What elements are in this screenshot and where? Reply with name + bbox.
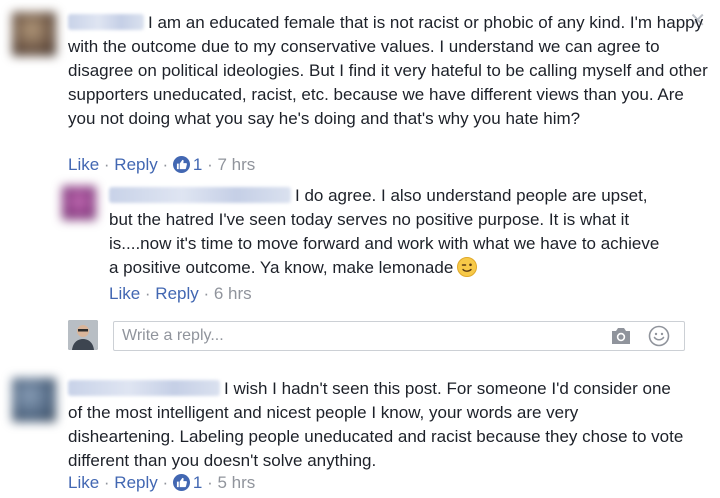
commenter-name[interactable] (109, 187, 291, 203)
comment-body: I do agree. I also understand people are… (109, 184, 669, 284)
thumbs-up-icon[interactable] (172, 156, 190, 173)
reply-box (113, 321, 685, 351)
comment-actions: Like · Reply · 1 · 5 hrs (68, 473, 256, 492)
wink-emoji-icon (457, 257, 478, 284)
reply-input[interactable] (120, 326, 604, 346)
comment-body: I wish I hadn't seen this post. For some… (68, 377, 688, 473)
comment-text: I am an educated female that is not raci… (68, 13, 708, 128)
comment-body: I am an educated female that is not raci… (68, 11, 708, 131)
likes-count[interactable]: 1 (193, 473, 202, 492)
camera-icon[interactable] (610, 327, 632, 350)
reply-link[interactable]: Reply (114, 473, 157, 492)
comment-actions: Like · Reply · 6 hrs (109, 284, 252, 303)
commenter-avatar[interactable] (12, 378, 56, 422)
commenter-avatar[interactable] (62, 186, 96, 220)
current-user-avatar[interactable] (68, 320, 98, 350)
comment-actions: Like · Reply · 1 · 7 hrs (68, 155, 256, 174)
timestamp[interactable]: 6 hrs (214, 284, 252, 303)
like-link[interactable]: Like (68, 155, 99, 174)
commenter-avatar[interactable] (12, 12, 56, 56)
like-link[interactable]: Like (109, 284, 140, 303)
timestamp[interactable]: 7 hrs (217, 155, 255, 174)
commenter-name[interactable] (68, 380, 220, 396)
smiley-icon[interactable] (648, 325, 670, 352)
reply-link[interactable]: Reply (114, 155, 157, 174)
like-link[interactable]: Like (68, 473, 99, 492)
likes-count[interactable]: 1 (193, 155, 202, 174)
thumbs-up-icon[interactable] (172, 474, 190, 491)
reply-link[interactable]: Reply (155, 284, 198, 303)
timestamp[interactable]: 5 hrs (217, 473, 255, 492)
commenter-name[interactable] (68, 14, 144, 30)
